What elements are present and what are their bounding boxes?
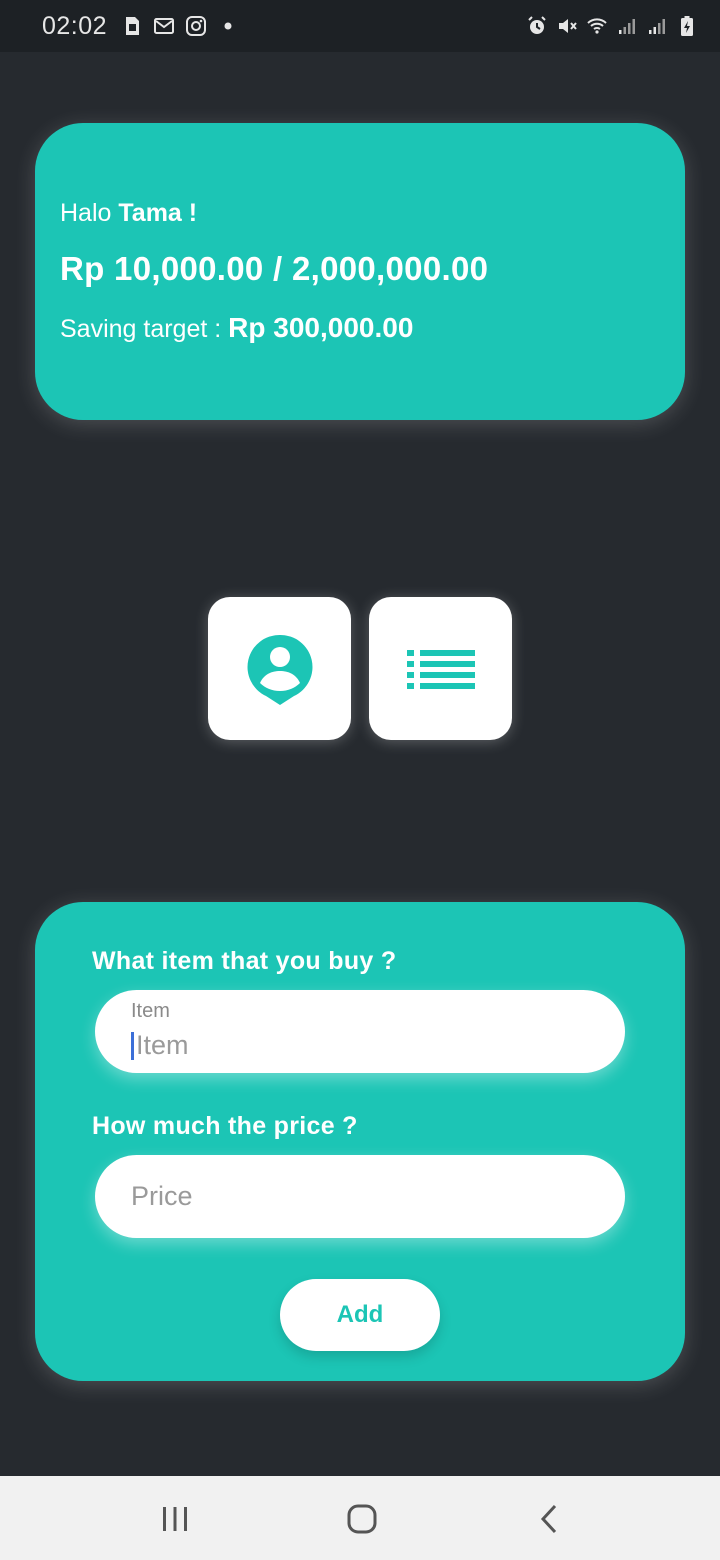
list-button[interactable] (369, 597, 512, 740)
home-button[interactable] (337, 1494, 387, 1544)
sim-card-icon (126, 17, 140, 35)
home-icon (347, 1504, 377, 1534)
saving-target-label: Saving target : (60, 315, 229, 343)
price-placeholder: Price (131, 1181, 193, 1211)
summary-card: Halo Tama ! Rp 10,000.00 / 2,000,000.00 … (35, 123, 685, 420)
price-input[interactable]: Price (95, 1155, 625, 1238)
profile-button[interactable] (208, 597, 351, 740)
back-icon (540, 1504, 557, 1534)
saving-target: Saving target : Rp 300,000.00 (60, 312, 685, 344)
signal-icon (619, 19, 635, 34)
system-nav-bar (0, 1476, 720, 1560)
text-caret (131, 1031, 134, 1060)
gmail-icon (154, 18, 175, 34)
price-question: How much the price ? (92, 1112, 358, 1140)
item-float-label: Item (131, 1000, 170, 1022)
profile-icon (247, 634, 312, 705)
alarm-icon (528, 16, 546, 34)
battery-charging-icon (681, 16, 693, 36)
saving-target-value: Rp 300,000.00 (228, 312, 414, 343)
signal-icon (649, 19, 665, 34)
greeting-prefix: Halo (60, 199, 119, 227)
status-time: 02:02 (42, 11, 108, 40)
greeting: Halo Tama ! (60, 199, 685, 228)
notification-icons (121, 15, 239, 37)
mute-icon (559, 19, 577, 33)
purchase-form: What item that you buy ? Item Item How m… (35, 902, 685, 1381)
status-bar: 02:02 (0, 0, 720, 52)
item-input-value: Item (131, 1030, 189, 1061)
add-button[interactable]: Add (280, 1279, 440, 1351)
recents-icon (163, 1507, 187, 1531)
item-hint: Item (136, 1030, 189, 1060)
balance-amount: Rp 10,000.00 / 2,000,000.00 (60, 250, 489, 287)
instagram-icon (186, 16, 207, 36)
back-button[interactable] (525, 1494, 575, 1544)
dot-icon (224, 22, 232, 30)
recents-button[interactable] (150, 1494, 200, 1544)
item-question: What item that you buy ? (92, 947, 397, 975)
list-icon (406, 649, 475, 689)
user-name: Tama ! (118, 199, 198, 227)
system-icons (526, 15, 698, 37)
item-input[interactable]: Item Item (95, 990, 625, 1073)
wifi-icon (587, 18, 607, 34)
